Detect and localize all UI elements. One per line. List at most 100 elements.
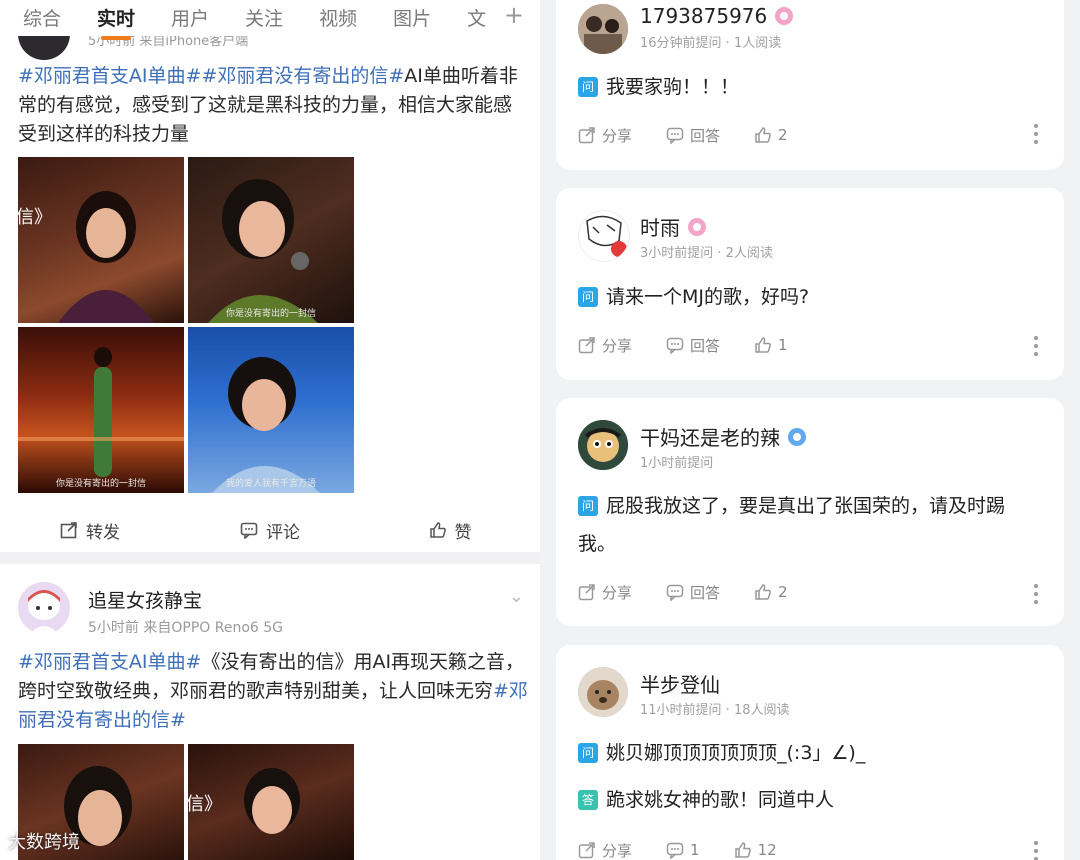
image-caption: 你是没有寄出的一封信 xyxy=(225,309,316,319)
share-button[interactable]: 分享 xyxy=(578,582,632,603)
repost-icon xyxy=(60,522,77,539)
like-button[interactable]: 2 xyxy=(754,583,788,601)
tab-video[interactable]: 视频 xyxy=(319,4,357,31)
user-name[interactable]: 干妈还是老的辣 xyxy=(640,422,806,451)
hashtag-link[interactable]: #邓丽君首支AI单曲##邓丽君没有寄出的信# xyxy=(18,65,404,87)
post-text: #邓丽君首支AI单曲##邓丽君没有寄出的信#AI单曲听着非常的有感觉，感受到了这… xyxy=(18,65,518,145)
tab-following[interactable]: 关注 xyxy=(245,4,283,31)
qa-action-bar: 分享 1 12 xyxy=(578,838,1042,860)
question-text: 问屁股我放这了，要是真出了张国荣的，请及时踢我。 xyxy=(578,495,1006,555)
right-qa-pane: 1793875976 16分钟前提问 · 1人阅读 问我要家驹！！！ 分享 回答… xyxy=(540,0,1080,860)
post-text: #邓丽君首支AI单曲#《没有寄出的信》用AI再现天籁之音，跨时空致敬经典，邓丽君… xyxy=(18,651,528,731)
user-name[interactable]: 1793875976 xyxy=(640,4,794,28)
question-text: 问请来一个MJ的歌，好吗? xyxy=(578,278,1042,316)
comment-button[interactable]: 评论 xyxy=(180,510,360,550)
comment-icon xyxy=(240,522,258,539)
tab-realtime[interactable]: 实时 xyxy=(97,4,135,31)
cartoon-avatar xyxy=(28,590,60,634)
weibo-post: 5小时前 来自iPhone客户端 #邓丽君首支AI单曲##邓丽君没有寄出的信#A… xyxy=(0,0,540,552)
share-button[interactable]: 分享 xyxy=(578,125,632,146)
question-icon: 问 xyxy=(578,77,598,97)
avatar[interactable] xyxy=(578,4,628,54)
qa-card: 干妈还是老的辣 1小时前提问 问屁股我放这了，要是真出了张国荣的，请及时踢我。 … xyxy=(556,398,1064,626)
add-tab-icon[interactable]: + xyxy=(504,1,524,29)
qa-card: 半步登仙 11小时前提问 · 18人阅读 问姚贝娜顶顶顶顶顶顶_(:3」∠)_ … xyxy=(556,645,1064,860)
more-options-icon[interactable] xyxy=(1034,336,1038,356)
like-label: 赞 xyxy=(454,522,472,543)
repost-label: 转发 xyxy=(86,522,120,543)
share-button[interactable]: 分享 xyxy=(578,840,632,860)
post-image[interactable]: 信》 xyxy=(188,744,354,860)
post-image[interactable]: 你是没有寄出的一封信 xyxy=(188,157,354,323)
thumbs-up-icon xyxy=(429,522,446,538)
question-text: 问我要家驹！！！ xyxy=(578,68,1042,106)
singer-photo xyxy=(208,179,318,323)
qa-action-bar: 分享 回答 2 xyxy=(578,123,1042,147)
question-icon: 问 xyxy=(578,496,598,516)
tab-images[interactable]: 图片 xyxy=(393,4,431,31)
more-options-icon[interactable] xyxy=(1034,841,1038,860)
svg-text:信》: 信》 xyxy=(188,794,222,815)
cartoon-avatar xyxy=(578,420,628,470)
gender-badge-icon xyxy=(688,217,706,236)
image-caption: 你是没有寄出的一封信 xyxy=(55,479,146,489)
user-name[interactable]: 时雨 xyxy=(640,212,706,241)
more-options-icon[interactable] xyxy=(1034,124,1038,144)
reply-button[interactable]: 1 xyxy=(666,841,700,859)
user-name[interactable]: 追星女孩静宝 xyxy=(88,586,202,613)
like-button[interactable]: 1 xyxy=(754,336,788,354)
comment-icon xyxy=(666,584,684,601)
question-meta: 1小时前提问 xyxy=(640,456,714,471)
avatar[interactable] xyxy=(578,210,630,262)
tab-users[interactable]: 用户 xyxy=(171,4,209,31)
dog-avatar xyxy=(578,667,628,717)
gender-badge-icon xyxy=(775,7,794,25)
question-meta: 11小时前提问 · 18人阅读 xyxy=(640,703,790,718)
image-caption: 我的爱人我有千言万语 xyxy=(225,479,316,489)
share-icon xyxy=(578,337,595,354)
reply-button[interactable]: 回答 xyxy=(666,125,720,146)
like-button[interactable]: 12 xyxy=(734,841,777,859)
user-name[interactable]: 半步登仙 xyxy=(640,669,720,698)
thumbs-up-icon xyxy=(734,842,751,858)
gender-badge-icon xyxy=(788,427,806,446)
question-icon: 问 xyxy=(578,287,598,307)
like-button[interactable]: 赞 xyxy=(360,510,540,550)
left-weibo-pane: 5小时前 来自iPhone客户端 #邓丽君首支AI单曲##邓丽君没有寄出的信#A… xyxy=(0,0,540,860)
more-options-icon[interactable] xyxy=(1034,584,1038,604)
watermark: 大数跨境 xyxy=(8,832,80,853)
question-text: 问姚贝娜顶顶顶顶顶顶_(:3」∠)_ xyxy=(578,734,1042,772)
qa-action-bar: 分享 回答 2 xyxy=(578,580,1042,604)
hashtag-link[interactable]: #邓丽君首支AI单曲# xyxy=(18,651,201,673)
search-tab-bar: 综合 实时 用户 关注 视频 图片 文 + xyxy=(0,0,540,34)
post-image[interactable]: 我的爱人我有千言万语 xyxy=(188,327,354,493)
comment-icon xyxy=(666,337,684,354)
comment-icon xyxy=(666,127,684,144)
post-divider xyxy=(0,552,540,564)
reply-button[interactable]: 回答 xyxy=(666,335,720,356)
share-icon xyxy=(578,842,595,859)
avatar[interactable] xyxy=(578,667,628,717)
comment-label: 评论 xyxy=(266,522,300,543)
like-button[interactable]: 2 xyxy=(754,126,788,144)
singer-photo: 信》 xyxy=(18,191,154,323)
chevron-down-icon[interactable]: ⌄ xyxy=(509,586,524,607)
qa-card: 1793875976 16分钟前提问 · 1人阅读 问我要家驹！！！ 分享 回答… xyxy=(556,0,1064,170)
tab-articles[interactable]: 文 xyxy=(467,4,486,31)
avatar[interactable] xyxy=(18,582,70,634)
avatar[interactable] xyxy=(578,420,628,470)
family-photo xyxy=(578,4,628,54)
share-button[interactable]: 分享 xyxy=(578,335,632,356)
reply-button[interactable]: 回答 xyxy=(666,582,720,603)
post-action-bar: 转发 评论 赞 xyxy=(0,510,540,550)
tab-comprehensive[interactable]: 综合 xyxy=(23,4,61,31)
post-image[interactable]: 你是没有寄出的一封信 xyxy=(18,327,184,493)
share-icon xyxy=(578,584,595,601)
repost-button[interactable]: 转发 xyxy=(0,510,180,550)
post-meta: 5小时前 来自OPPO Reno6 5G xyxy=(88,620,283,636)
post-image[interactable]: 信》 xyxy=(18,157,184,323)
question-meta: 3小时前提问 · 2人阅读 xyxy=(640,246,773,261)
qa-card: 时雨 3小时前提问 · 2人阅读 问请来一个MJ的歌，好吗? 分享 回答 1 xyxy=(556,188,1064,380)
singer-photo: 信》 xyxy=(188,768,300,834)
comment-icon xyxy=(666,842,684,859)
